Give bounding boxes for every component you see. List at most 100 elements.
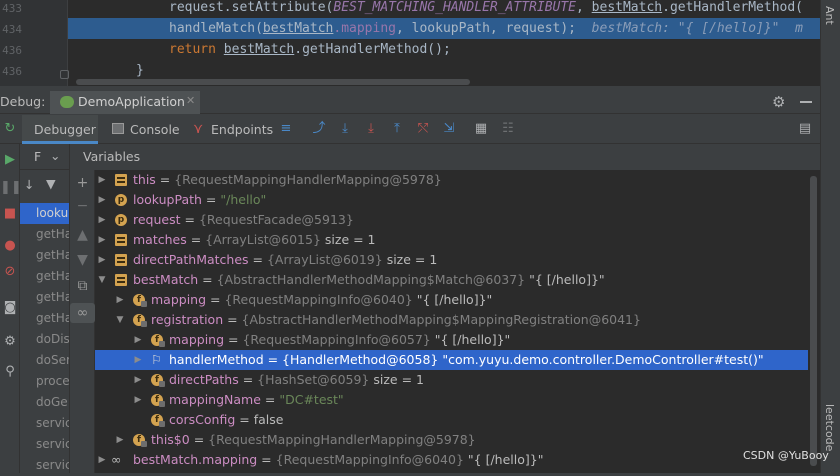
trace-icon[interactable]: ☷ (500, 121, 516, 137)
step-out-icon[interactable]: ⤒ (389, 121, 405, 137)
frame-item[interactable]: getHa (20, 308, 69, 329)
expand-arrow-icon[interactable]: ▶ (115, 290, 125, 310)
camera-icon[interactable]: ◙ (0, 300, 20, 316)
expand-arrow-icon[interactable]: ▶ (133, 330, 143, 350)
code-line[interactable]: return bestMatch.getHandlerMethod(); (68, 39, 820, 60)
expand-arrow-icon[interactable]: ▶ (97, 210, 107, 230)
frame-item[interactable]: lookup (20, 203, 69, 224)
step-over-icon[interactable]: ⤓ (337, 121, 353, 137)
expand-arrow-icon[interactable]: ▶ (97, 450, 107, 470)
layout-icon[interactable]: ▤ (797, 121, 813, 137)
scrollbar-thumb[interactable] (810, 176, 817, 466)
move-up-icon[interactable]: ▲ (70, 225, 95, 245)
resume-icon[interactable]: ▶ (0, 152, 20, 168)
frame-item[interactable]: getHa (20, 287, 69, 308)
variable-name: registration (151, 312, 224, 327)
variable-row[interactable]: ▶ matches = {ArrayList@6015} size = 1 (95, 230, 808, 250)
variable-row[interactable]: ▶ f directPaths = {HashSet@6059} size = 1 (95, 370, 808, 390)
leetcode-tool-button[interactable]: leetcode (823, 404, 836, 451)
variables-tree[interactable]: ▶ this = {RequestMappingHandlerMapping@59… (95, 170, 808, 473)
chevron-down-icon[interactable]: ⌄ (50, 148, 60, 163)
arrow-down-icon[interactable]: ↓ (24, 177, 34, 192)
frame-item[interactable]: doSer (20, 350, 69, 371)
frame-item[interactable]: servic (20, 434, 69, 455)
variables-header: Variables (70, 144, 820, 170)
variable-row[interactable]: ▶ p request = {RequestFacade@5913} (95, 210, 808, 230)
code-line[interactable]: request.setAttribute(BEST_MATCHING_HANDL… (68, 0, 820, 18)
move-down-icon[interactable]: ▼ (70, 250, 95, 270)
frames-panel: F ⌄ ↓ ▼ lookupgetHagetHagetHagetHagetHad… (20, 144, 70, 473)
expand-arrow-icon[interactable]: ▶ (133, 370, 143, 390)
variable-equals: = (263, 352, 283, 367)
evaluate-expression-icon[interactable]: ▦ (473, 121, 489, 137)
variable-row[interactable]: ▶ f this$0 = {RequestMappingHandlerMapping… (95, 430, 808, 450)
variable-row[interactable]: f corsConfig = false (95, 410, 808, 430)
variable-row[interactable]: ▶ f mappingName = "DC#test" (95, 390, 808, 410)
filter-icon[interactable]: ▼ (46, 176, 56, 191)
variable-row[interactable]: ▶ ∞ bestMatch.mapping = {RequestMappingInf… (95, 450, 808, 470)
frame-item[interactable]: getHa (20, 224, 69, 245)
tab-endpoints[interactable]: Endpoints (211, 122, 273, 137)
collapse-arrow-icon[interactable]: ▼ (115, 310, 125, 330)
mute-breakpoints-icon[interactable]: ⊘ (0, 264, 20, 280)
menu-icon[interactable]: ≡ (278, 121, 294, 137)
variable-type: {ArrayList@6019} (266, 252, 383, 267)
variable-name: this$0 (151, 432, 190, 447)
gear-icon[interactable]: ⚙ (772, 93, 785, 111)
frame-item[interactable]: getHa (20, 245, 69, 266)
drop-frame-icon[interactable]: ⤲ (415, 121, 431, 137)
editor-horizontal-scrollbar[interactable] (76, 79, 470, 85)
remove-watch-icon[interactable]: − (70, 196, 95, 216)
tab-console[interactable]: Console (130, 122, 180, 137)
variable-row[interactable]: ▶ f mapping = {RequestMappingInfo@6040} "{… (95, 290, 808, 310)
step-into-icon[interactable]: ⤓ (363, 121, 379, 137)
variable-row[interactable]: ▶ this = {RequestMappingHandlerMapping@59… (95, 170, 808, 190)
glasses-icon[interactable]: ∞ (70, 303, 95, 323)
ant-tool-button[interactable]: Ant (823, 6, 836, 25)
copy-icon[interactable]: ⧉ (70, 276, 95, 296)
rerun-icon[interactable]: ↻ (0, 121, 20, 137)
variables-title: Variables (83, 149, 141, 164)
expand-arrow-icon[interactable]: ▶ (97, 250, 107, 270)
expand-arrow-icon[interactable]: ▶ (133, 390, 143, 410)
run-config-tab[interactable]: DemoApplication ✕ (50, 91, 200, 114)
inline-debug-value: bestMatch: "{ [/hello]}" m (576, 21, 803, 36)
variable-row[interactable]: ▼ bestMatch = {AbstractHandlerMethodMappi… (95, 270, 808, 290)
settings-icon[interactable]: ⚙ (0, 334, 20, 350)
field-icon: f (151, 334, 165, 347)
run-to-cursor-icon[interactable]: ⇲ (441, 121, 457, 137)
variable-equals: = (260, 392, 280, 407)
show-execution-point-icon[interactable]: ⤴ (311, 121, 327, 137)
expand-arrow-icon[interactable]: ▶ (97, 230, 107, 250)
variable-equals: = (180, 212, 199, 227)
variables-scrollbar[interactable] (808, 170, 820, 473)
pause-icon[interactable]: ❚❚ (0, 180, 22, 196)
code-line[interactable]: } (68, 60, 820, 81)
pin-icon[interactable]: ⚲ (0, 364, 20, 380)
debug-label: Debug: (0, 94, 46, 109)
frame-item[interactable]: doGe (20, 392, 69, 413)
expand-arrow-icon[interactable]: ▶ (97, 190, 107, 210)
variable-row[interactable]: ▶ ⚐ handlerMethod = {HandlerMethod@6058} "… (95, 350, 808, 370)
frame-item[interactable]: getHa (20, 266, 69, 287)
frame-item[interactable]: servic (20, 413, 69, 434)
expand-arrow-icon[interactable]: ▶ (115, 430, 125, 450)
code-editor[interactable]: 433 434 436 436 request.setAttribute(BES… (0, 0, 840, 86)
variable-row[interactable]: ▼ f registration = {AbstractHandlerMethodM… (95, 310, 808, 330)
frame-item[interactable]: doDis (20, 329, 69, 350)
stop-icon[interactable]: ■ (0, 206, 20, 222)
code-line-current[interactable]: handleMatch(bestMatch.mapping, lookupPat… (68, 18, 820, 39)
add-watch-icon[interactable]: + (70, 173, 95, 193)
expand-arrow-icon[interactable]: ▶ (133, 350, 143, 370)
collapse-arrow-icon[interactable]: ▼ (97, 270, 107, 290)
variable-row[interactable]: ▶ p lookupPath = "/hello" (95, 190, 808, 210)
variable-row[interactable]: ▶ f mapping = {RequestMappingInfo@6057} "{… (95, 330, 808, 350)
minimize-icon[interactable] (800, 101, 812, 103)
frame-item[interactable]: proce (20, 371, 69, 392)
close-icon[interactable]: ✕ (186, 94, 195, 107)
variable-name: this (133, 172, 156, 187)
view-breakpoints-icon[interactable]: ● (0, 238, 20, 254)
variable-row[interactable]: ▶ directPathMatches = {ArrayList@6019} si… (95, 250, 808, 270)
expand-arrow-icon[interactable]: ▶ (97, 170, 107, 190)
tab-debugger[interactable]: Debugger (22, 115, 98, 144)
